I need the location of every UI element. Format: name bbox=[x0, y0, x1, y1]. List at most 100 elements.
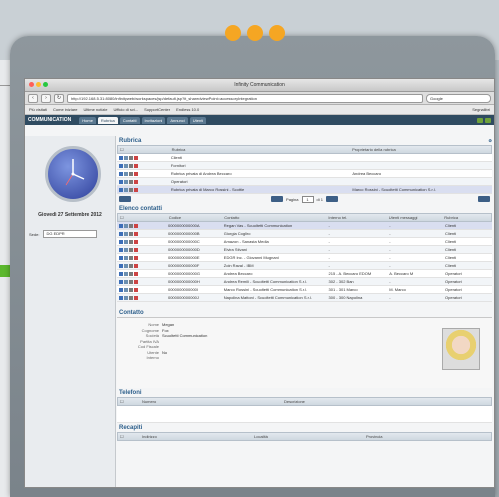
tab-home[interactable]: Home bbox=[79, 116, 96, 124]
delete-icon[interactable] bbox=[134, 231, 138, 236]
view-icon[interactable] bbox=[124, 223, 128, 228]
tab-annunci[interactable]: Annunci bbox=[167, 116, 188, 124]
edit-icon[interactable] bbox=[119, 163, 123, 168]
copy-icon[interactable] bbox=[129, 295, 133, 300]
tab-utenti[interactable]: Utenti bbox=[189, 116, 207, 124]
edit-icon[interactable] bbox=[119, 179, 123, 184]
delete-icon[interactable] bbox=[134, 223, 138, 228]
view-icon[interactable] bbox=[124, 179, 128, 184]
view-icon[interactable] bbox=[124, 263, 128, 268]
status-icon[interactable] bbox=[485, 117, 491, 123]
delete-icon[interactable] bbox=[134, 247, 138, 252]
view-icon[interactable] bbox=[124, 239, 128, 244]
forward-button[interactable]: › bbox=[41, 93, 51, 103]
delete-icon[interactable] bbox=[134, 187, 138, 192]
copy-icon[interactable] bbox=[129, 239, 133, 244]
delete-icon[interactable] bbox=[134, 171, 138, 176]
edit-icon[interactable] bbox=[119, 255, 123, 260]
view-icon[interactable] bbox=[124, 295, 128, 300]
bookmark-item[interactable]: Ufficio di svi... bbox=[113, 107, 138, 112]
edit-icon[interactable] bbox=[119, 187, 123, 192]
column-header[interactable]: Numero bbox=[140, 399, 282, 404]
edit-icon[interactable] bbox=[119, 223, 123, 228]
delete-icon[interactable] bbox=[134, 255, 138, 260]
column-header[interactable]: Codice bbox=[167, 215, 223, 220]
view-icon[interactable] bbox=[124, 271, 128, 276]
copy-icon[interactable] bbox=[129, 163, 133, 168]
page-input[interactable]: 1 bbox=[301, 195, 314, 203]
status-icon[interactable] bbox=[477, 117, 483, 123]
edit-icon[interactable] bbox=[119, 231, 123, 236]
delete-icon[interactable] bbox=[134, 295, 138, 300]
view-icon[interactable] bbox=[124, 171, 128, 176]
view-icon[interactable] bbox=[124, 247, 128, 252]
table-row[interactable]: Rubrica privata di Marco Rossini - Scott… bbox=[117, 186, 492, 194]
copy-icon[interactable] bbox=[129, 223, 133, 228]
table-row[interactable]: Fornitori bbox=[117, 162, 492, 170]
help-icon[interactable]: ⚙ bbox=[488, 138, 492, 144]
copy-icon[interactable] bbox=[129, 279, 133, 284]
column-header[interactable]: Proprietario della rubrica bbox=[350, 147, 491, 152]
column-header[interactable]: Descrizione bbox=[282, 399, 424, 404]
address-field[interactable]: http://192.168.5.31:8080/infinityweb/wor… bbox=[67, 93, 423, 103]
copy-icon[interactable] bbox=[129, 287, 133, 292]
column-header[interactable]: Rubrica bbox=[442, 215, 491, 220]
table-row[interactable]: 0000000000000A Regan Vas - Scuoltetti Com… bbox=[117, 222, 492, 230]
delete-icon[interactable] bbox=[134, 271, 138, 276]
table-row[interactable]: 0000000000000D Elvira Stivani - - Clienti bbox=[117, 246, 492, 254]
copy-icon[interactable] bbox=[129, 155, 133, 160]
copy-icon[interactable] bbox=[129, 255, 133, 260]
tab-contatti[interactable]: Contatti bbox=[119, 116, 140, 124]
copy-icon[interactable] bbox=[129, 179, 133, 184]
delete-icon[interactable] bbox=[134, 279, 138, 284]
search-field[interactable]: Google bbox=[426, 93, 491, 103]
table-row[interactable]: Rubrica privata di Andrea Beccaro Andrea … bbox=[117, 170, 492, 178]
table-row[interactable]: 0000000000000C Amazon - Sanasta Media - - Cl… bbox=[117, 238, 492, 246]
column-header[interactable]: Provincia bbox=[364, 434, 456, 439]
edit-icon[interactable] bbox=[119, 279, 123, 284]
bookmark-item[interactable]: Endless 10.0 bbox=[176, 107, 199, 112]
table-row[interactable]: Clienti bbox=[117, 154, 492, 162]
column-header[interactable]: Utenti messaggi bbox=[387, 215, 443, 220]
select-icon[interactable]: ☐ bbox=[118, 434, 140, 439]
column-header[interactable]: Rubrica bbox=[170, 147, 351, 152]
bookmark-item[interactable]: Ultime notizie bbox=[83, 107, 107, 112]
table-row[interactable]: 0000000000000I Marco Rossini - Scuoltetti… bbox=[117, 286, 492, 294]
view-icon[interactable] bbox=[124, 155, 128, 160]
bookmark-item[interactable]: Come iniziare bbox=[53, 107, 77, 112]
select-all-icon[interactable]: ☐ bbox=[118, 147, 170, 152]
column-header[interactable]: Indirizzo bbox=[140, 434, 252, 439]
copy-icon[interactable] bbox=[129, 271, 133, 276]
prev-page-button[interactable] bbox=[271, 196, 284, 202]
reload-button[interactable]: ↻ bbox=[54, 93, 64, 103]
sede-select[interactable]: DG EDPR bbox=[43, 230, 98, 238]
edit-icon[interactable] bbox=[119, 239, 123, 244]
add-button[interactable] bbox=[119, 196, 131, 202]
view-icon[interactable] bbox=[124, 255, 128, 260]
delete-icon[interactable] bbox=[134, 263, 138, 268]
column-header[interactable]: Località bbox=[252, 434, 364, 439]
table-row[interactable]: 0000000000000E EDGR Inc. - Giovanni Mugna… bbox=[117, 254, 492, 262]
table-row[interactable]: 0000000000000J Napolina Mattoni - Scuolte… bbox=[117, 294, 492, 302]
view-icon[interactable] bbox=[124, 187, 128, 192]
column-header[interactable]: Interno tel. bbox=[326, 215, 386, 220]
edit-icon[interactable] bbox=[119, 295, 123, 300]
tab-invitazioni[interactable]: Invitazioni bbox=[141, 116, 166, 124]
delete-icon[interactable] bbox=[134, 163, 138, 168]
view-icon[interactable] bbox=[124, 163, 128, 168]
table-row[interactable]: 0000000000000B Giorgia Cogliro - - Clienti bbox=[117, 230, 492, 238]
copy-icon[interactable] bbox=[129, 171, 133, 176]
table-row[interactable]: Operatori bbox=[117, 178, 492, 186]
copy-icon[interactable] bbox=[129, 247, 133, 252]
select-icon[interactable]: ☐ bbox=[118, 399, 140, 404]
view-icon[interactable] bbox=[124, 231, 128, 236]
delete-icon[interactable] bbox=[134, 287, 138, 292]
edit-icon[interactable] bbox=[119, 263, 123, 268]
table-row[interactable]: 0000000000000H Andrea Remili - Scuoltetti… bbox=[117, 278, 492, 286]
bookmark-item[interactable]: Segnalibri bbox=[472, 107, 490, 112]
next-page-button[interactable] bbox=[325, 196, 338, 202]
copy-icon[interactable] bbox=[129, 231, 133, 236]
delete-button[interactable] bbox=[477, 196, 490, 202]
edit-icon[interactable] bbox=[119, 171, 123, 176]
copy-icon[interactable] bbox=[129, 263, 133, 268]
